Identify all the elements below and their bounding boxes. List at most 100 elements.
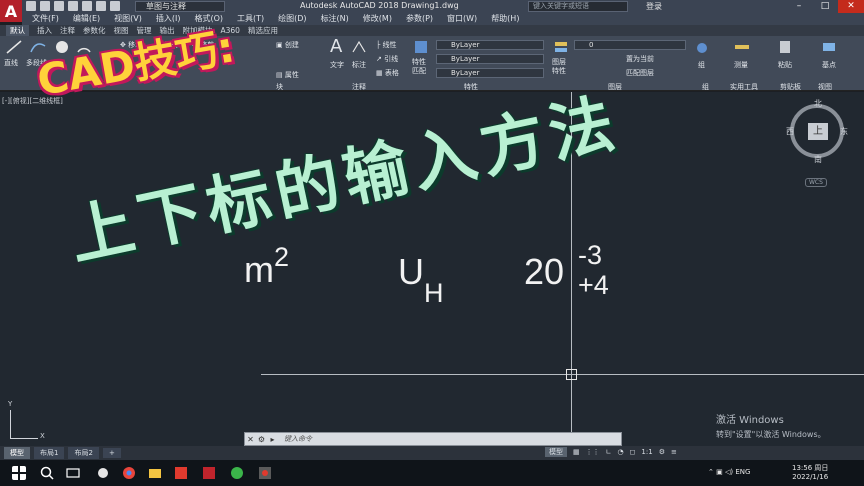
search-icon[interactable] [40, 466, 54, 480]
close-icon[interactable]: ✕ [838, 0, 864, 13]
tab-insert[interactable]: 插入 [37, 25, 52, 36]
match-properties-icon[interactable] [414, 40, 428, 54]
wechat-icon[interactable] [230, 466, 244, 480]
menu-draw[interactable]: 绘图(D) [278, 13, 306, 25]
recent-commands-icon[interactable]: ▸ [267, 434, 278, 445]
tab-default[interactable]: 默认 [6, 25, 29, 36]
group-icon[interactable] [694, 40, 710, 56]
properties-panel-label: 特性 [464, 83, 478, 91]
base-icon[interactable] [822, 40, 836, 54]
set-current-button[interactable]: 置为当前 [626, 54, 654, 64]
measure-label: 测量 [734, 61, 748, 69]
customize-status-icon[interactable]: ≡ [671, 448, 677, 456]
tab-annotate[interactable]: 注释 [60, 25, 75, 36]
start-icon[interactable] [12, 466, 26, 480]
ucs-y-label: Y [8, 400, 13, 408]
maximize-icon[interactable]: □ [812, 0, 838, 13]
match-layer-button[interactable]: 匹配图层 [626, 68, 654, 78]
autocad-logo[interactable]: A [0, 0, 22, 22]
measure-icon[interactable] [734, 40, 750, 54]
menu-help[interactable]: 帮助(H) [491, 13, 519, 25]
viewcube-top[interactable]: 上 [808, 123, 828, 140]
text-icon[interactable]: A [330, 36, 342, 57]
layer-combo[interactable]: 0 [574, 40, 686, 50]
menu-tools[interactable]: 工具(T) [237, 13, 264, 25]
customize-icon[interactable]: ⚙ [256, 434, 267, 445]
table-button[interactable]: ▦ 表格 [376, 68, 399, 78]
menu-parametric[interactable]: 参数(P) [406, 13, 433, 25]
title-bar: 草图与注释 Autodesk AutoCAD 2018 Drawing1.dwg… [0, 0, 864, 13]
print-icon[interactable] [82, 1, 92, 11]
workspace-selector[interactable]: 草图与注释 [135, 1, 225, 12]
tab-layout2[interactable]: 布局2 [68, 447, 99, 459]
tab-model[interactable]: 模型 [4, 447, 30, 459]
sample-20: 20 [524, 251, 565, 292]
tab-parametric[interactable]: 参数化 [83, 25, 106, 36]
file-explorer-icon[interactable] [148, 466, 162, 480]
input-language[interactable]: ENG [735, 468, 750, 476]
open-icon[interactable] [40, 1, 50, 11]
recorder-icon[interactable] [258, 466, 272, 480]
tray-volume-icon[interactable]: ◁) [725, 468, 733, 476]
clipboard-panel-label: 剪贴板 [780, 83, 801, 91]
menu-dimension[interactable]: 标注(N) [321, 13, 349, 25]
sample-m-sup: 2 [274, 242, 290, 272]
color-combo[interactable]: ByLayer [436, 40, 544, 50]
redo-icon[interactable] [110, 1, 120, 11]
command-line[interactable]: ✕ ⚙ ▸ 键入命令 [244, 432, 622, 446]
menu-bar: 文件(F) 编辑(E) 视图(V) 插入(I) 格式(O) 工具(T) 绘图(D… [22, 13, 864, 25]
status-bar: 模型 布局1 布局2 + 模型 ▦ ⋮⋮ ∟ ◔ ◻ 1:1 ⚙ ≡ [0, 446, 864, 460]
model-space-button[interactable]: 模型 [545, 447, 567, 457]
paste-icon[interactable] [778, 40, 792, 54]
tab-layout1[interactable]: 布局1 [34, 447, 65, 459]
layer-properties-icon[interactable] [554, 40, 568, 54]
create-block-button[interactable]: ▣ 创建 [276, 40, 299, 50]
polar-icon[interactable]: ◔ [618, 448, 624, 456]
quick-access-toolbar [26, 1, 120, 11]
undo-icon[interactable] [96, 1, 106, 11]
menu-window[interactable]: 窗口(W) [447, 13, 477, 25]
wps-icon[interactable] [174, 466, 188, 480]
leader-button[interactable]: ↗ 引线 [376, 54, 398, 64]
menu-edit[interactable]: 编辑(E) [73, 13, 100, 25]
snap-icon[interactable]: ⋮⋮ [586, 448, 600, 456]
osnap-icon[interactable]: ◻ [630, 448, 636, 456]
search-input[interactable]: 键入关键字或短语 [528, 1, 628, 12]
tab-featured-apps[interactable]: 精选应用 [248, 25, 278, 36]
line-icon[interactable] [6, 40, 22, 54]
task-view-icon[interactable] [66, 466, 80, 480]
grid-icon[interactable]: ▦ [573, 448, 580, 456]
saveas-icon[interactable] [68, 1, 78, 11]
linear-button[interactable]: ├ 线性 [376, 40, 396, 50]
viewcube-west[interactable]: 西 [786, 126, 794, 137]
close-command-icon[interactable]: ✕ [245, 434, 256, 445]
save-icon[interactable] [54, 1, 64, 11]
menu-modify[interactable]: 修改(M) [363, 13, 392, 25]
lineweight-combo[interactable]: ByLayer [436, 68, 544, 78]
scale-button[interactable]: 1:1 [641, 448, 652, 456]
crosshair-pickbox [566, 369, 577, 380]
ortho-icon[interactable]: ∟ [606, 448, 612, 456]
menu-file[interactable]: 文件(F) [32, 13, 59, 25]
viewcube-south[interactable]: 南 [814, 154, 822, 165]
settings-icon[interactable]: ⚙ [659, 448, 665, 456]
dimension-icon[interactable] [352, 40, 366, 54]
linetype-combo[interactable]: ByLayer [436, 54, 544, 64]
login-button[interactable]: 登录 [646, 1, 662, 12]
add-layout-icon[interactable]: + [102, 448, 121, 458]
tray-network-icon[interactable]: ▣ [716, 468, 723, 476]
taskbar-clock[interactable]: 13:56 周日 2022/1/16 [792, 464, 828, 482]
edit-attributes-button[interactable]: ▤ 属性 [276, 70, 299, 80]
tray-apps-icon[interactable]: ⌃ [708, 468, 714, 476]
autocad-taskbar-icon[interactable] [202, 466, 216, 480]
minimize-icon[interactable]: – [786, 0, 812, 13]
annotation-panel-label: 注释 [352, 83, 366, 91]
command-input[interactable]: 键入命令 [284, 434, 312, 444]
viewcube-east[interactable]: 东 [840, 126, 848, 137]
new-icon[interactable] [26, 1, 36, 11]
wcs-menu[interactable]: WCS [805, 178, 827, 187]
pinwheel-app-icon[interactable] [96, 466, 110, 480]
viewcube-north[interactable]: 北 [814, 98, 822, 109]
chrome-icon[interactable] [122, 466, 136, 480]
menu-view[interactable]: 视图(V) [114, 13, 142, 25]
